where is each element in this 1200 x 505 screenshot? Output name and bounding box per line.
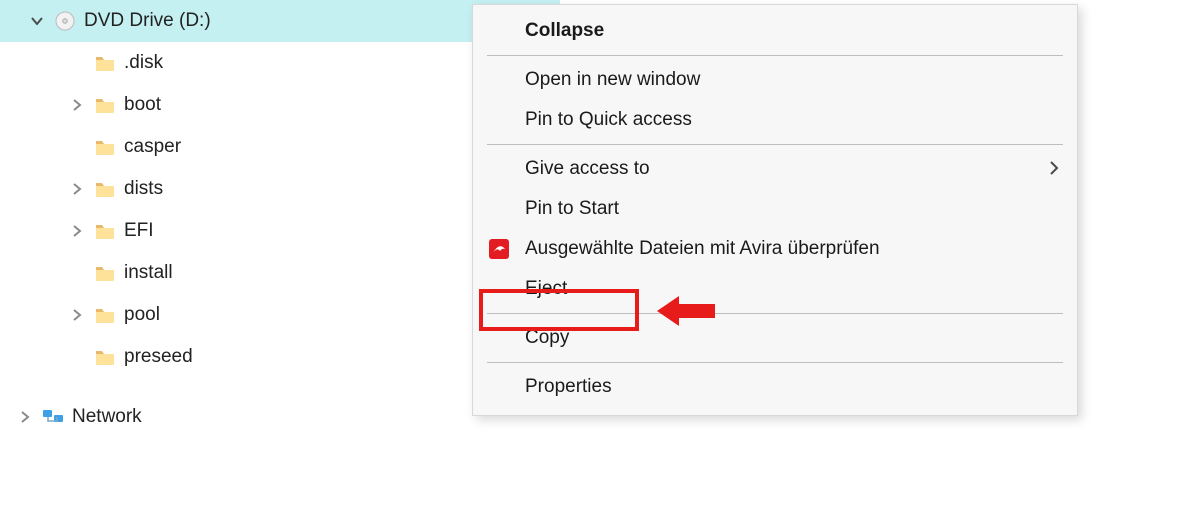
menu-item-label: Give access to bbox=[525, 158, 1037, 180]
folder-icon bbox=[94, 346, 116, 368]
tree-item-label: EFI bbox=[124, 220, 154, 242]
tree-item-label: casper bbox=[124, 136, 181, 158]
menu-item-open-new-window[interactable]: Open in new window bbox=[473, 60, 1077, 100]
tree-item-label: install bbox=[124, 262, 173, 284]
submenu-arrow-icon bbox=[1049, 156, 1059, 182]
chevron-right-icon[interactable] bbox=[68, 180, 86, 198]
tree-item-label: .disk bbox=[124, 52, 163, 74]
menu-item-label: Eject bbox=[525, 278, 1059, 300]
folder-icon bbox=[94, 178, 116, 200]
tree-item-label: dists bbox=[124, 178, 163, 200]
menu-item-label: Pin to Quick access bbox=[525, 109, 1059, 131]
chevron-right-icon[interactable] bbox=[68, 306, 86, 324]
menu-item-label: Properties bbox=[525, 376, 1059, 398]
menu-separator bbox=[487, 55, 1063, 56]
folder-icon bbox=[94, 262, 116, 284]
tree-item-label: Network bbox=[72, 406, 142, 428]
dvd-drive-icon bbox=[54, 10, 76, 32]
chevron-right-icon[interactable] bbox=[68, 96, 86, 114]
avira-icon bbox=[485, 238, 513, 260]
chevron-right-icon[interactable] bbox=[16, 408, 34, 426]
menu-item-label: Pin to Start bbox=[525, 198, 1059, 220]
folder-icon bbox=[94, 136, 116, 158]
chevron-right-icon[interactable] bbox=[68, 222, 86, 240]
menu-item-label: Ausgewählte Dateien mit Avira überprüfen bbox=[525, 238, 1059, 260]
menu-separator bbox=[487, 144, 1063, 145]
network-icon bbox=[42, 406, 64, 428]
folder-icon bbox=[94, 220, 116, 242]
tree-item-label: boot bbox=[124, 94, 161, 116]
context-menu: Collapse Open in new window Pin to Quick… bbox=[472, 4, 1078, 416]
tree-item-label: DVD Drive (D:) bbox=[84, 10, 211, 32]
menu-item-pin-quick-access[interactable]: Pin to Quick access bbox=[473, 100, 1077, 140]
menu-item-copy[interactable]: Copy bbox=[473, 318, 1077, 358]
menu-item-properties[interactable]: Properties bbox=[473, 367, 1077, 407]
tree-item-label: preseed bbox=[124, 346, 193, 368]
menu-item-label: Collapse bbox=[525, 20, 1059, 42]
folder-icon bbox=[94, 94, 116, 116]
menu-item-label: Copy bbox=[525, 327, 1059, 349]
menu-item-pin-to-start[interactable]: Pin to Start bbox=[473, 189, 1077, 229]
folder-icon bbox=[94, 304, 116, 326]
menu-item-collapse[interactable]: Collapse bbox=[473, 11, 1077, 51]
folder-icon bbox=[94, 52, 116, 74]
menu-item-eject[interactable]: Eject bbox=[473, 269, 1077, 309]
menu-item-give-access-to[interactable]: Give access to bbox=[473, 149, 1077, 189]
tree-item-label: pool bbox=[124, 304, 160, 326]
chevron-down-icon[interactable] bbox=[28, 12, 46, 30]
menu-item-label: Open in new window bbox=[525, 69, 1059, 91]
menu-separator bbox=[487, 362, 1063, 363]
menu-item-avira-scan[interactable]: Ausgewählte Dateien mit Avira überprüfen bbox=[473, 229, 1077, 269]
menu-separator bbox=[487, 313, 1063, 314]
